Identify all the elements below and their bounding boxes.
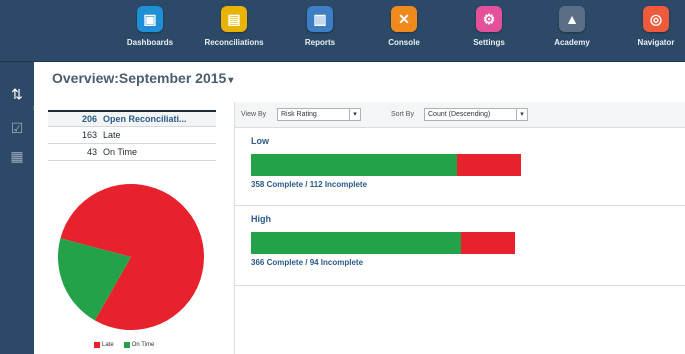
nav-label-dashboards: Dashboards [126, 38, 174, 47]
reports-icon: ▥ [307, 6, 333, 32]
sort-by-value: Count (Descending) [428, 111, 491, 118]
legend-swatch-on-time [123, 342, 130, 348]
nav-label-console: Console [388, 38, 420, 47]
table-icon[interactable]: ▦ [9, 148, 25, 164]
completion-caption[interactable]: 366 Complete / 94 Incomplete [251, 258, 363, 267]
count-row-late[interactable]: 163 Late [48, 127, 216, 144]
completion-bar[interactable] [251, 154, 521, 176]
top-navigation-bar: ▣ Dashboards ▤ Reconciliations ▥ Reports… [0, 0, 685, 62]
nav-item-academy[interactable]: ▲ Academy [537, 6, 607, 47]
sync-icon[interactable]: ⇅ [9, 86, 25, 102]
chevron-down-icon: ▾ [349, 109, 360, 120]
count-row-on-time[interactable]: 43 On Time [48, 144, 216, 161]
main-content: Overview:September 2015 ▾ 206 Open Reconc… [34, 62, 685, 354]
pie-legend: Late On Time [94, 342, 154, 348]
count-label: Open Reconciliati... [103, 114, 187, 124]
console-icon: ✕ [391, 6, 417, 32]
chevron-down-icon: ▾ [516, 109, 527, 120]
count-label: Late [103, 130, 121, 140]
count-row-open[interactable]: 206 Open Reconciliati... [48, 110, 216, 127]
legend-label-late: Late [102, 342, 114, 348]
view-toolbar: View By Risk Rating ▾ Sort By Count (Des… [235, 102, 685, 128]
pie-chart-svg [57, 184, 205, 330]
risk-group-title: High [251, 214, 271, 224]
completion-caption[interactable]: 358 Complete / 112 Incomplete [251, 180, 367, 189]
clipboard-check-icon[interactable]: ☑ [9, 120, 25, 136]
app-window: ▣ Dashboards ▤ Reconciliations ▥ Reports… [0, 0, 685, 354]
risk-breakdown-panel: View By Risk Rating ▾ Sort By Count (Des… [234, 102, 685, 354]
complete-segment [251, 154, 457, 176]
nav-item-reconciliations[interactable]: ▤ Reconciliations [199, 6, 269, 47]
nav-item-navigator[interactable]: ◎ Navigator [621, 6, 685, 47]
nav-item-dashboards[interactable]: ▣ Dashboards [115, 6, 185, 47]
completion-bar[interactable] [251, 232, 515, 254]
nav-label-academy: Academy [554, 38, 590, 47]
nav-item-console[interactable]: ✕ Console [369, 6, 439, 47]
count-value: 206 [81, 114, 97, 124]
settings-icon: ⚙ [476, 6, 502, 32]
incomplete-segment [457, 154, 521, 176]
view-by-value: Risk Rating [281, 111, 317, 118]
incomplete-segment [461, 232, 515, 254]
nav-label-reports: Reports [304, 38, 336, 47]
nav-label-reconciliations: Reconciliations [204, 38, 264, 47]
legend-item-on-time: On Time [123, 342, 155, 348]
complete-segment [251, 232, 461, 254]
legend-label-on-time: On Time [131, 342, 155, 348]
sort-by-select[interactable]: Count (Descending) ▾ [424, 108, 528, 121]
nav-item-settings[interactable]: ⚙ Settings [454, 6, 524, 47]
overview-period-selector[interactable]: Overview:September 2015 ▾ [52, 70, 233, 86]
count-value: 163 [81, 130, 97, 140]
legend-swatch-late [94, 342, 100, 348]
risk-group-title: Low [251, 136, 269, 146]
risk-group-low[interactable]: Low 358 Complete / 112 Incomplete [235, 128, 685, 206]
sort-by-label: Sort By [391, 111, 414, 118]
risk-group-high[interactable]: High 366 Complete / 94 Incomplete [235, 206, 685, 286]
view-by-select[interactable]: Risk Rating ▾ [277, 108, 361, 121]
counts-table: 206 Open Reconciliati... 163 Late 43 On … [48, 110, 216, 161]
dashboard-icon: ▣ [137, 6, 163, 32]
nav-label-settings: Settings [473, 38, 505, 47]
navigator-icon: ◎ [643, 6, 669, 32]
count-label: On Time [103, 147, 138, 157]
chevron-down-icon: ▾ [228, 75, 234, 86]
left-sidebar: ⇅ ☑ ▦ [0, 62, 34, 354]
view-by-label: View By [241, 111, 267, 118]
overview-title-text: Overview:September 2015 [52, 70, 227, 86]
nav-label-navigator: Navigator [637, 38, 675, 47]
nav-item-reports[interactable]: ▥ Reports [285, 6, 355, 47]
academy-icon: ▲ [559, 6, 585, 32]
reconciliations-icon: ▤ [221, 6, 247, 32]
status-pie-chart [56, 182, 206, 332]
legend-item-late: Late [94, 342, 114, 348]
count-value: 43 [86, 147, 97, 157]
